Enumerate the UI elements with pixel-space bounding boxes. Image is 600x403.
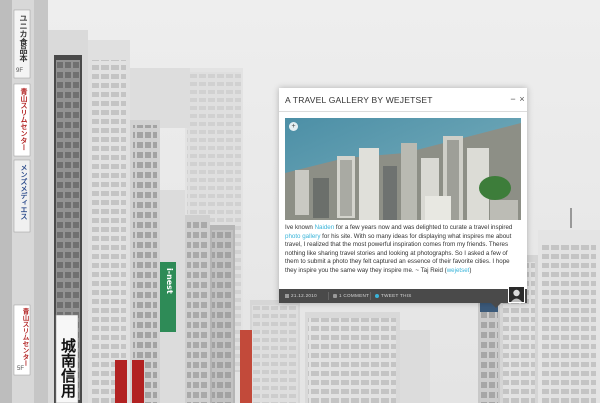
popup-footer: 21.12.2010 1 COMMENT TWEET THIS [279, 289, 527, 303]
sign-mens-medies: メンズメディエス [20, 164, 28, 220]
calendar-icon [285, 293, 289, 298]
sign-aoyama-slim-1: 青山スリムセンター [20, 88, 28, 151]
link-photo-gallery[interactable]: photo gallery [285, 233, 320, 240]
footer-divider [328, 292, 329, 300]
avatar[interactable] [508, 286, 525, 303]
expand-icon[interactable]: + [289, 122, 298, 131]
tweet-this-link[interactable]: TWEET THIS [375, 293, 412, 298]
gallery-photo[interactable] [285, 118, 521, 220]
sign-i-nest: i-nest [165, 268, 174, 294]
comments-link[interactable]: 1 COMMENT [333, 293, 369, 298]
close-icon[interactable]: × [517, 94, 527, 104]
twitter-icon [375, 293, 379, 298]
comment-icon [333, 293, 337, 298]
sign-aoyama-slim-2: 青山スリムセンター [21, 308, 29, 367]
popup-body-text: Ive known Naiden for a few years now and… [285, 224, 513, 274]
popup-title: A TRAVEL GALLERY BY WEJETSET [285, 95, 433, 105]
sign-jonan-shinyo: 城南信用 [59, 338, 77, 398]
footer-pointer [491, 303, 501, 308]
footer-divider [370, 292, 371, 300]
sign-yunika: ユニカ食品本 [19, 14, 28, 62]
link-wejetset[interactable]: wejetset [447, 267, 470, 274]
sign-yunika-floor: 9F [16, 68, 24, 74]
link-naiden[interactable]: Naiden [315, 224, 335, 231]
gallery-popup: A TRAVEL GALLERY BY WEJETSET − × + Ive k… [279, 88, 527, 308]
post-date: 21.12.2010 [285, 293, 317, 298]
popup-header: A TRAVEL GALLERY BY WEJETSET − × [279, 88, 527, 112]
sign-aoyama-slim-2-floor: 5F [17, 366, 25, 372]
